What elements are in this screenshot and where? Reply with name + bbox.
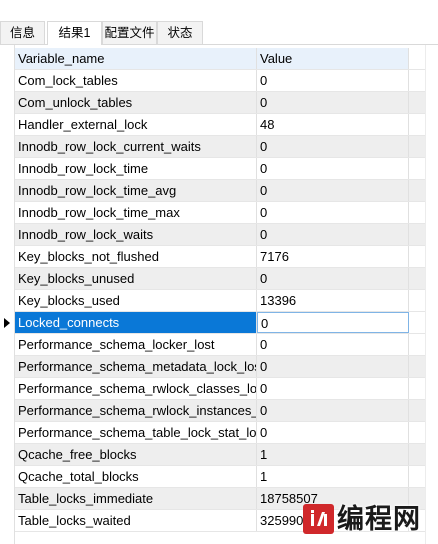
table-row[interactable]: Innodb_row_lock_time_avg 0 [15, 180, 425, 202]
result-tab-bar: 信息 结果1 配置文件 状态 [0, 0, 438, 45]
table-row[interactable]: Com_unlock_tables 0 [15, 92, 425, 114]
cell-value[interactable]: 0 [257, 92, 409, 113]
cell-variable-name[interactable]: Com_lock_tables [15, 70, 257, 91]
table-row[interactable]: Performance_schema_metadata_lock_lost 0 [15, 356, 425, 378]
cell-value[interactable]: 0 [257, 202, 409, 223]
cell-variable-name[interactable]: Innodb_row_lock_waits [15, 224, 257, 245]
cell-value[interactable]: 0 [257, 136, 409, 157]
cell-value[interactable]: 0 [257, 356, 409, 377]
table-row[interactable]: Key_blocks_not_flushed 7176 [15, 246, 425, 268]
table-row[interactable]: Qcache_total_blocks 1 [15, 466, 425, 488]
cell-variable-name[interactable]: Performance_schema_metadata_lock_lost [15, 356, 257, 377]
tab-status[interactable]: 状态 [157, 21, 203, 44]
table-row[interactable]: Key_blocks_used 13396 [15, 290, 425, 312]
cell-variable-name[interactable]: Com_unlock_tables [15, 92, 257, 113]
cell-value[interactable]: 1 [257, 466, 409, 487]
table-row[interactable]: Performance_schema_table_lock_stat_lost 0 [15, 422, 425, 444]
table-row[interactable]: Innodb_row_lock_time_max 0 [15, 202, 425, 224]
cell-value[interactable]: 0 [257, 158, 409, 179]
cell-variable-name[interactable]: Performance_schema_locker_lost [15, 334, 257, 355]
cell-variable-name[interactable]: Qcache_total_blocks [15, 466, 257, 487]
cell-variable-name[interactable]: Innodb_row_lock_current_waits [15, 136, 257, 157]
site-logo-icon [303, 504, 334, 534]
cell-value[interactable]: 0 [257, 422, 409, 443]
table-row[interactable]: Innodb_row_lock_current_waits 0 [15, 136, 425, 158]
cell-value[interactable]: 0 [257, 70, 409, 91]
grid-header-row: Variable_name Value [15, 48, 425, 70]
table-row[interactable]: Qcache_free_blocks 1 [15, 444, 425, 466]
cell-value[interactable]: 0 [257, 180, 409, 201]
column-header-value[interactable]: Value [257, 48, 409, 69]
column-header-variable-name[interactable]: Variable_name [15, 48, 257, 69]
cell-value[interactable]: 0 [257, 400, 409, 421]
table-row[interactable]: Performance_schema_locker_lost 0 [15, 334, 425, 356]
cell-variable-name[interactable]: Innodb_row_lock_time [15, 158, 257, 179]
cell-value[interactable]: 1 [257, 444, 409, 465]
cell-variable-name[interactable]: Table_locks_immediate [15, 488, 257, 509]
table-row[interactable]: Locked_connects 0 [15, 312, 425, 334]
cell-variable-name[interactable]: Qcache_free_blocks [15, 444, 257, 465]
row-indicator-gutter [0, 45, 15, 544]
cell-value[interactable]: 0 [257, 268, 409, 289]
cell-variable-name[interactable]: Key_blocks_not_flushed [15, 246, 257, 267]
vertical-scrollbar[interactable] [425, 45, 438, 544]
table-row[interactable]: Innodb_row_lock_time 0 [15, 158, 425, 180]
table-row[interactable]: Com_lock_tables 0 [15, 70, 425, 92]
cell-variable-name[interactable]: Performance_schema_rwlock_instances_lost [15, 400, 257, 421]
cell-variable-name[interactable]: Performance_schema_table_lock_stat_lost [15, 422, 257, 443]
watermark: 编程网 [303, 496, 438, 544]
tab-result-1[interactable]: 结果1 [47, 21, 102, 45]
cell-value[interactable]: 48 [257, 114, 409, 135]
cell-variable-name[interactable]: Table_locks_waited [15, 510, 257, 531]
cell-value[interactable]: 7176 [257, 246, 409, 267]
cell-variable-name[interactable]: Handler_external_lock [15, 114, 257, 135]
table-row[interactable]: Innodb_row_lock_waits 0 [15, 224, 425, 246]
cell-value[interactable]: 0 [257, 334, 409, 355]
cell-variable-name[interactable]: Locked_connects [15, 312, 257, 333]
cell-variable-name[interactable]: Key_blocks_unused [15, 268, 257, 289]
cell-variable-name[interactable]: Innodb_row_lock_time_avg [15, 180, 257, 201]
cell-value[interactable]: 0 [257, 378, 409, 399]
table-row[interactable]: Performance_schema_rwlock_classes_lost 0 [15, 378, 425, 400]
cell-variable-name[interactable]: Innodb_row_lock_time_max [15, 202, 257, 223]
cell-value[interactable]: 13396 [257, 290, 409, 311]
watermark-text: 编程网 [337, 504, 421, 534]
current-row-pointer-icon [4, 318, 10, 328]
cell-variable-name[interactable]: Key_blocks_used [15, 290, 257, 311]
table-row[interactable]: Handler_external_lock 48 [15, 114, 425, 136]
result-grid[interactable]: Variable_name Value Com_lock_tables 0 Com_… [0, 45, 438, 544]
cell-value[interactable]: 0 [257, 224, 409, 245]
table-row[interactable]: Key_blocks_unused 0 [15, 268, 425, 290]
tab-profile[interactable]: 配置文件 [102, 21, 157, 44]
tab-info[interactable]: 信息 [0, 21, 45, 44]
cell-value[interactable]: 0 [257, 312, 409, 333]
table-row[interactable]: Performance_schema_rwlock_instances_lost… [15, 400, 425, 422]
cell-variable-name[interactable]: Performance_schema_rwlock_classes_lost [15, 378, 257, 399]
